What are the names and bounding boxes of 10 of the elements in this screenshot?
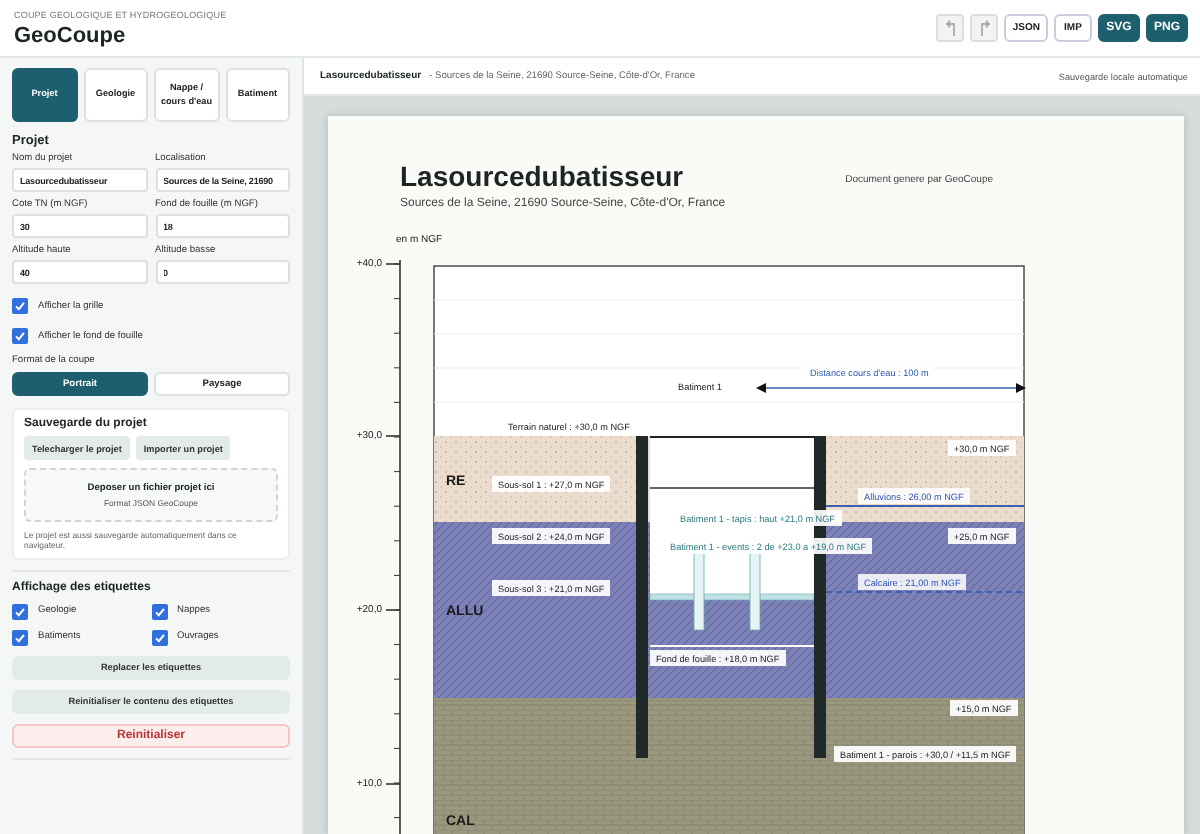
checkbox[interactable] <box>151 603 167 620</box>
checkbox[interactable] <box>12 603 28 620</box>
document-title: Lasourcedubatisseur <box>400 160 686 192</box>
app-title: GeoCoupe <box>14 23 128 47</box>
checkbox[interactable] <box>151 629 167 646</box>
checkbox[interactable] <box>12 328 28 344</box>
undo-icon <box>943 20 958 36</box>
checkbox[interactable] <box>12 298 28 314</box>
redo-icon <box>977 20 992 36</box>
checkbox[interactable] <box>12 629 28 646</box>
